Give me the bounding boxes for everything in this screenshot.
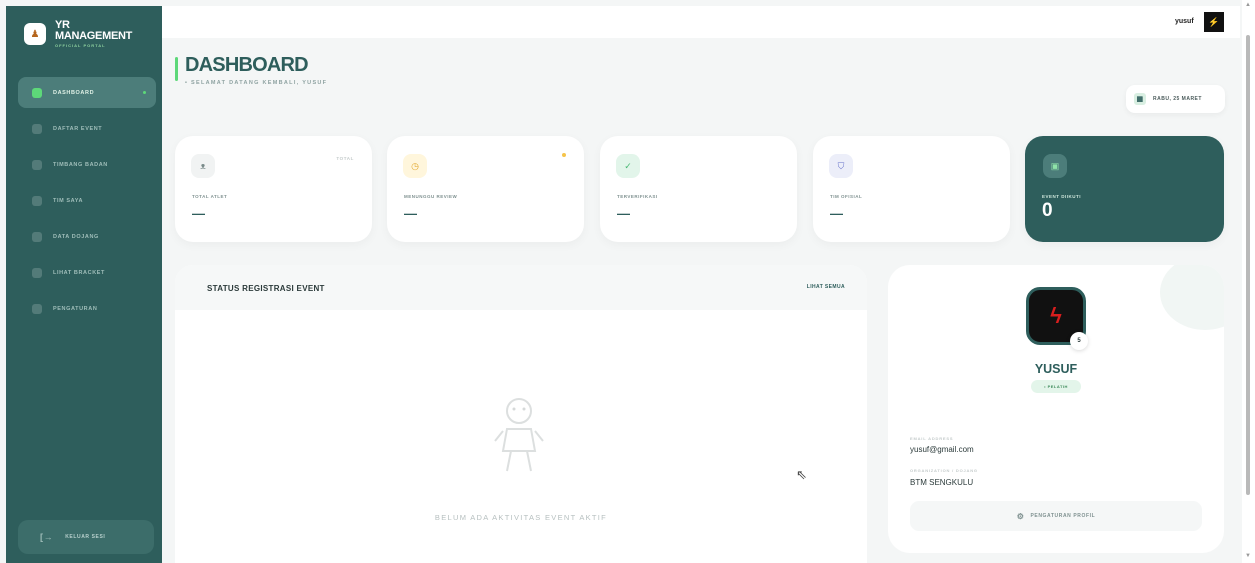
stat-label: EVENT DIIKUTI: [1042, 194, 1082, 199]
profile-badge: 5: [1070, 332, 1088, 350]
stat-label: TOTAL ATLET: [192, 194, 228, 199]
title-accent-bar: [175, 57, 178, 81]
panel-header: STATUS REGISTRASI EVENT LIHAT SEMUA: [175, 265, 867, 310]
sidebar-item-timbang-badan[interactable]: TIMBANG BADAN: [18, 149, 156, 180]
calendar-icon: ▦: [1134, 93, 1146, 105]
role-badge: • PELATIH: [1031, 380, 1081, 393]
logout-button[interactable]: [→ KELUAR SESI: [18, 520, 154, 554]
shield-icon: ⛉: [829, 154, 853, 178]
stat-value: —: [192, 206, 205, 221]
scroll-down-arrow-icon[interactable]: ▼: [1245, 553, 1251, 559]
topbar: yusuf ⚡: [162, 6, 1240, 38]
sidebar-item-data-dojang[interactable]: DATA DOJANG: [18, 221, 156, 252]
brand-logo-icon: ♟: [24, 23, 46, 45]
active-indicator: [143, 91, 146, 94]
calendar-icon: [32, 123, 42, 134]
organization-label: ORGANIZATION / DOJANG: [910, 468, 978, 473]
stat-card-tim-ofisial[interactable]: ⛉ TIM OFISIAL —: [813, 136, 1010, 242]
sidebar-item-tim-saya[interactable]: TIM SAYA: [18, 185, 156, 216]
registration-status-panel: STATUS REGISTRASI EVENT LIHAT SEMUA BELU…: [175, 265, 867, 563]
sidebar-nav: DASHBOARD DAFTAR EVENT TIMBANG BADAN TIM…: [18, 77, 156, 329]
gear-icon: [32, 303, 42, 314]
brand-title-line2: MANAGEMENT: [55, 30, 133, 42]
team-icon: [32, 195, 42, 206]
stat-tag: TOTAL: [336, 156, 354, 161]
profile-card: ϟ 5 YUSUF • PELATIH EMAIL ADDRESS yusuf@…: [888, 265, 1224, 553]
user-name[interactable]: yusuf: [1175, 18, 1194, 25]
sidebar-item-label: TIM SAYA: [53, 197, 84, 204]
page-title: DASHBOARD: [185, 54, 309, 76]
empty-state-illustration-icon: [494, 398, 544, 472]
see-all-link[interactable]: LIHAT SEMUA: [807, 284, 845, 290]
scroll-up-arrow-icon[interactable]: ▲: [1245, 2, 1251, 8]
logout-label: KELUAR SESI: [65, 534, 106, 540]
logout-icon: [→: [40, 532, 54, 542]
clock-icon: ◷: [403, 154, 427, 178]
gear-icon: ⚙: [1016, 511, 1025, 521]
stat-card-terverifikasi[interactable]: ✓ TERVERIFIKASI —: [600, 136, 797, 242]
event-icon: ▣: [1043, 154, 1067, 178]
scroll-thumb[interactable]: [1246, 35, 1250, 495]
page-scrollbar[interactable]: ▲ ▼: [1242, 0, 1255, 563]
sidebar-item-label: DATA DOJANG: [53, 233, 99, 240]
sidebar-item-dashboard[interactable]: DASHBOARD: [18, 77, 156, 108]
stat-label: TIM OFISIAL: [830, 194, 863, 199]
stat-card-event-diikuti[interactable]: ▣ EVENT DIIKUTI 0: [1025, 136, 1224, 242]
stat-card-total-atlet[interactable]: ᴥ TOTAL TOTAL ATLET —: [175, 136, 372, 242]
sidebar-item-label: PENGATURAN: [53, 305, 98, 312]
stat-value: —: [404, 206, 417, 221]
building-icon: [32, 231, 42, 242]
date-badge: ▦ RABU, 25 MARET: [1126, 85, 1225, 113]
scale-icon: [32, 159, 42, 170]
user-avatar[interactable]: ⚡: [1204, 12, 1224, 32]
sidebar-item-label: DAFTAR EVENT: [53, 125, 103, 132]
bracket-icon: [32, 267, 42, 278]
empty-state-text: BELUM ADA AKTIVITAS EVENT AKTIF: [434, 513, 608, 522]
stat-value: —: [617, 206, 630, 221]
welcome-text: • SELAMAT DATANG KEMBALI, YUSUF: [185, 80, 328, 86]
stat-label: TERVERIFIKASI: [617, 194, 658, 199]
date-text: RABU, 25 MARET: [1153, 96, 1202, 102]
pending-dot: [562, 153, 566, 157]
home-icon: [32, 87, 42, 98]
sidebar: ♟ YR MANAGEMENT OFFICIAL PORTAL DASHBOAR…: [6, 6, 162, 563]
panel-title: STATUS REGISTRASI EVENT: [207, 284, 325, 293]
decorative-blob: [1160, 265, 1224, 330]
mouse-cursor-icon: ⇖: [796, 467, 807, 482]
sidebar-item-label: DASHBOARD: [53, 89, 95, 96]
brand-subtitle: OFFICIAL PORTAL: [55, 43, 106, 48]
brand[interactable]: ♟ YR MANAGEMENT OFFICIAL PORTAL: [24, 20, 132, 48]
sidebar-item-label: TIMBANG BADAN: [53, 161, 108, 168]
email-value: yusuf@gmail.com: [910, 445, 974, 454]
sidebar-item-pengaturan[interactable]: PENGATURAN: [18, 293, 156, 324]
sidebar-item-label: LIHAT BRACKET: [53, 269, 105, 276]
profile-settings-label: PENGATURAN PROFIL: [1030, 513, 1096, 519]
sidebar-item-lihat-bracket[interactable]: LIHAT BRACKET: [18, 257, 156, 288]
stat-value: —: [830, 206, 843, 221]
email-label: EMAIL ADDRESS: [910, 436, 954, 441]
sidebar-item-daftar-event[interactable]: DAFTAR EVENT: [18, 113, 156, 144]
athletes-icon: ᴥ: [191, 154, 215, 178]
organization-value: BTM SENGKULU: [910, 478, 974, 487]
stat-card-menunggu-review[interactable]: ◷ MENUNGGU REVIEW —: [387, 136, 584, 242]
stat-label: MENUNGGU REVIEW: [404, 194, 458, 199]
stat-value: 0: [1042, 200, 1053, 221]
check-icon: ✓: [616, 154, 640, 178]
profile-name: YUSUF: [1034, 362, 1078, 376]
profile-settings-button[interactable]: ⚙ PENGATURAN PROFIL: [910, 501, 1202, 531]
